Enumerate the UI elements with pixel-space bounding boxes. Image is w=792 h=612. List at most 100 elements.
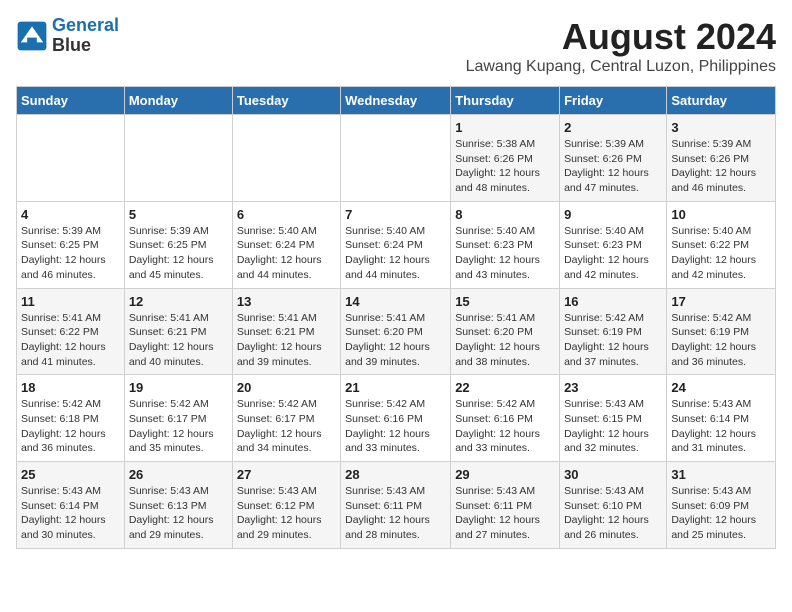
page-header: General Blue August 2024 Lawang Kupang, … bbox=[16, 16, 776, 76]
calendar-cell: 9 Sunrise: 5:40 AMSunset: 6:23 PMDaylight… bbox=[560, 201, 667, 288]
day-number: 7 bbox=[345, 207, 446, 222]
day-info: Sunrise: 5:43 AMSunset: 6:15 PMDaylight:… bbox=[564, 397, 662, 456]
calendar-cell: 3 Sunrise: 5:39 AMSunset: 6:26 PMDaylight… bbox=[667, 115, 776, 202]
weekday-header-thursday: Thursday bbox=[451, 87, 560, 115]
calendar-subtitle: Lawang Kupang, Central Luzon, Philippine… bbox=[466, 58, 776, 76]
calendar-cell: 29 Sunrise: 5:43 AMSunset: 6:11 PMDayligh… bbox=[451, 462, 560, 549]
day-info: Sunrise: 5:42 AMSunset: 6:19 PMDaylight:… bbox=[564, 311, 662, 370]
day-number: 28 bbox=[345, 467, 446, 482]
calendar-cell: 16 Sunrise: 5:42 AMSunset: 6:19 PMDayligh… bbox=[560, 288, 667, 375]
calendar-cell: 27Sunrise: 5:43 AMSunset: 6:12 PMDayligh… bbox=[232, 462, 340, 549]
calendar-cell: 14 Sunrise: 5:41 AMSunset: 6:20 PMDayligh… bbox=[341, 288, 451, 375]
day-number: 29 bbox=[455, 467, 555, 482]
calendar-cell: 25 Sunrise: 5:43 AMSunset: 6:14 PMDayligh… bbox=[17, 462, 125, 549]
day-number: 8 bbox=[455, 207, 555, 222]
logo: General Blue bbox=[16, 16, 119, 56]
day-number: 4 bbox=[21, 207, 120, 222]
day-info: Sunrise: 5:39 AMSunset: 6:25 PMDaylight:… bbox=[129, 224, 228, 283]
calendar-cell: 1Sunrise: 5:38 AMSunset: 6:26 PMDaylight… bbox=[451, 115, 560, 202]
day-number: 24 bbox=[671, 380, 771, 395]
day-number: 5 bbox=[129, 207, 228, 222]
day-number: 21 bbox=[345, 380, 446, 395]
calendar-cell: 31 Sunrise: 5:43 AMSunset: 6:09 PMDayligh… bbox=[667, 462, 776, 549]
day-number: 9 bbox=[564, 207, 662, 222]
calendar-cell: 12 Sunrise: 5:41 AMSunset: 6:21 PMDayligh… bbox=[124, 288, 232, 375]
day-info: Sunrise: 5:40 AMSunset: 6:23 PMDaylight:… bbox=[564, 224, 662, 283]
calendar-cell: 21 Sunrise: 5:42 AMSunset: 6:16 PMDayligh… bbox=[341, 375, 451, 462]
day-info: Sunrise: 5:41 AMSunset: 6:20 PMDaylight:… bbox=[455, 311, 555, 370]
day-number: 20 bbox=[237, 380, 336, 395]
day-number: 10 bbox=[671, 207, 771, 222]
calendar-cell bbox=[124, 115, 232, 202]
calendar-week-row: 11Sunrise: 5:41 AMSunset: 6:22 PMDayligh… bbox=[17, 288, 776, 375]
weekday-header-tuesday: Tuesday bbox=[232, 87, 340, 115]
weekday-header-wednesday: Wednesday bbox=[341, 87, 451, 115]
weekday-header-monday: Monday bbox=[124, 87, 232, 115]
day-number: 1 bbox=[455, 120, 555, 135]
day-number: 15 bbox=[455, 294, 555, 309]
day-number: 23 bbox=[564, 380, 662, 395]
day-info: Sunrise: 5:43 AMSunset: 6:14 PMDaylight:… bbox=[21, 484, 120, 543]
day-number: 25 bbox=[21, 467, 120, 482]
weekday-header-sunday: Sunday bbox=[17, 87, 125, 115]
day-info: Sunrise: 5:40 AMSunset: 6:22 PMDaylight:… bbox=[671, 224, 771, 283]
calendar-week-row: 4 Sunrise: 5:39 AMSunset: 6:25 PMDaylight… bbox=[17, 201, 776, 288]
day-info: Sunrise: 5:41 AMSunset: 6:21 PMDaylight:… bbox=[129, 311, 228, 370]
day-info: Sunrise: 5:42 AMSunset: 6:16 PMDaylight:… bbox=[455, 397, 555, 456]
calendar-cell: 6 Sunrise: 5:40 AMSunset: 6:24 PMDaylight… bbox=[232, 201, 340, 288]
calendar-week-row: 18Sunrise: 5:42 AMSunset: 6:18 PMDayligh… bbox=[17, 375, 776, 462]
logo-icon bbox=[16, 20, 48, 52]
calendar-cell: 5 Sunrise: 5:39 AMSunset: 6:25 PMDaylight… bbox=[124, 201, 232, 288]
day-number: 12 bbox=[129, 294, 228, 309]
calendar-cell bbox=[17, 115, 125, 202]
day-number: 19 bbox=[129, 380, 228, 395]
day-info: Sunrise: 5:43 AMSunset: 6:14 PMDaylight:… bbox=[671, 397, 771, 456]
calendar-cell: 22 Sunrise: 5:42 AMSunset: 6:16 PMDayligh… bbox=[451, 375, 560, 462]
day-number: 2 bbox=[564, 120, 662, 135]
calendar-cell: 30 Sunrise: 5:43 AMSunset: 6:10 PMDayligh… bbox=[560, 462, 667, 549]
day-info: Sunrise: 5:41 AMSunset: 6:20 PMDaylight:… bbox=[345, 311, 446, 370]
calendar-table: SundayMondayTuesdayWednesdayThursdayFrid… bbox=[16, 86, 776, 549]
weekday-header-row: SundayMondayTuesdayWednesdayThursdayFrid… bbox=[17, 87, 776, 115]
day-info: Sunrise: 5:43 AMSunset: 6:13 PMDaylight:… bbox=[129, 484, 228, 543]
calendar-cell: 7 Sunrise: 5:40 AMSunset: 6:24 PMDaylight… bbox=[341, 201, 451, 288]
day-number: 16 bbox=[564, 294, 662, 309]
calendar-cell: 19 Sunrise: 5:42 AMSunset: 6:17 PMDayligh… bbox=[124, 375, 232, 462]
calendar-cell: 23 Sunrise: 5:43 AMSunset: 6:15 PMDayligh… bbox=[560, 375, 667, 462]
logo-line2: Blue bbox=[52, 35, 91, 55]
day-info: Sunrise: 5:43 AMSunset: 6:12 PMDaylight:… bbox=[237, 484, 336, 543]
calendar-cell: 24 Sunrise: 5:43 AMSunset: 6:14 PMDayligh… bbox=[667, 375, 776, 462]
day-info: Sunrise: 5:39 AMSunset: 6:26 PMDaylight:… bbox=[671, 137, 771, 196]
calendar-week-row: 25 Sunrise: 5:43 AMSunset: 6:14 PMDayligh… bbox=[17, 462, 776, 549]
day-info: Sunrise: 5:40 AMSunset: 6:24 PMDaylight:… bbox=[345, 224, 446, 283]
day-number: 3 bbox=[671, 120, 771, 135]
calendar-cell: 28 Sunrise: 5:43 AMSunset: 6:11 PMDayligh… bbox=[341, 462, 451, 549]
day-number: 13 bbox=[237, 294, 336, 309]
day-info: Sunrise: 5:42 AMSunset: 6:17 PMDaylight:… bbox=[237, 397, 336, 456]
day-number: 6 bbox=[237, 207, 336, 222]
day-info: Sunrise: 5:42 AMSunset: 6:17 PMDaylight:… bbox=[129, 397, 228, 456]
calendar-cell: 13Sunrise: 5:41 AMSunset: 6:21 PMDayligh… bbox=[232, 288, 340, 375]
day-info: Sunrise: 5:40 AMSunset: 6:23 PMDaylight:… bbox=[455, 224, 555, 283]
calendar-cell: 2 Sunrise: 5:39 AMSunset: 6:26 PMDaylight… bbox=[560, 115, 667, 202]
calendar-cell: 11Sunrise: 5:41 AMSunset: 6:22 PMDayligh… bbox=[17, 288, 125, 375]
calendar-cell: 18Sunrise: 5:42 AMSunset: 6:18 PMDayligh… bbox=[17, 375, 125, 462]
day-info: Sunrise: 5:43 AMSunset: 6:11 PMDaylight:… bbox=[345, 484, 446, 543]
weekday-header-saturday: Saturday bbox=[667, 87, 776, 115]
day-number: 22 bbox=[455, 380, 555, 395]
day-info: Sunrise: 5:43 AMSunset: 6:09 PMDaylight:… bbox=[671, 484, 771, 543]
day-number: 14 bbox=[345, 294, 446, 309]
day-info: Sunrise: 5:39 AMSunset: 6:26 PMDaylight:… bbox=[564, 137, 662, 196]
day-info: Sunrise: 5:43 AMSunset: 6:11 PMDaylight:… bbox=[455, 484, 555, 543]
calendar-cell: 15 Sunrise: 5:41 AMSunset: 6:20 PMDayligh… bbox=[451, 288, 560, 375]
day-info: Sunrise: 5:42 AMSunset: 6:16 PMDaylight:… bbox=[345, 397, 446, 456]
day-info: Sunrise: 5:42 AMSunset: 6:19 PMDaylight:… bbox=[671, 311, 771, 370]
calendar-cell bbox=[232, 115, 340, 202]
day-number: 31 bbox=[671, 467, 771, 482]
calendar-cell: 8 Sunrise: 5:40 AMSunset: 6:23 PMDaylight… bbox=[451, 201, 560, 288]
day-number: 30 bbox=[564, 467, 662, 482]
calendar-cell: 4Sunrise: 5:39 AMSunset: 6:25 PMDaylight… bbox=[17, 201, 125, 288]
weekday-header-friday: Friday bbox=[560, 87, 667, 115]
day-info: Sunrise: 5:43 AMSunset: 6:10 PMDaylight:… bbox=[564, 484, 662, 543]
day-info: Sunrise: 5:40 AMSunset: 6:24 PMDaylight:… bbox=[237, 224, 336, 283]
